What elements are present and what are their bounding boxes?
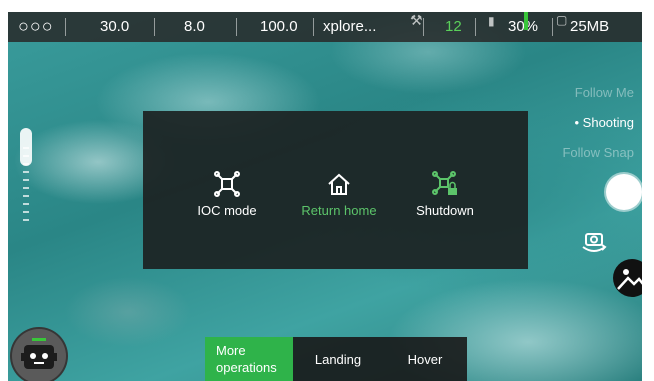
shutdown-button[interactable]: Shutdown [395, 171, 495, 218]
status-value-2: 8.0 [184, 18, 205, 35]
gallery-icon [617, 269, 642, 290]
status-value-3: 100.0 [260, 18, 298, 35]
wrench-icon: ⚒ [410, 12, 423, 28]
robot-avatar[interactable] [10, 327, 68, 381]
return-home-label: Return home [301, 203, 377, 218]
return-home-button[interactable]: Return home [289, 171, 389, 218]
signal-indicator [524, 12, 528, 30]
shutter-button[interactable] [606, 174, 642, 210]
status-value-1: 30.0 [100, 18, 130, 35]
ioc-mode-button[interactable]: IOC mode [177, 171, 277, 218]
satellite-count: 12 [445, 18, 462, 35]
bottom-action-bar: More operations Landing Hover [205, 337, 467, 381]
storage-size: 25MB [570, 18, 610, 35]
ioc-mode-label: IOC mode [197, 203, 257, 218]
mode-follow-me[interactable]: Follow Me [562, 78, 634, 108]
gallery-button[interactable] [613, 259, 642, 297]
sd-card-icon: ▢ [556, 13, 568, 27]
menu-dots-icon[interactable]: ○○○ [18, 16, 54, 37]
home-icon [328, 173, 350, 195]
camera-rotate-icon[interactable] [580, 229, 608, 255]
more-operations-panel: IOC mode Return home Shutdown [143, 111, 528, 269]
battery-icon: ▮ [488, 14, 495, 28]
flight-mode-list: Follow Me • Shooting Follow Snap [562, 78, 634, 168]
zoom-slider-thumb[interactable] [20, 128, 32, 166]
drone-lock-icon [432, 171, 457, 195]
more-operations-button[interactable]: More operations [205, 337, 293, 381]
mode-follow-snap[interactable]: Follow Snap [562, 138, 634, 168]
status-value-wifi-name: xplore... [323, 18, 377, 35]
hover-button[interactable]: Hover [383, 337, 467, 381]
camera-view: ○○○ 30.0 8.0 100.0 xplore... ⚒ 12 ▮ 30% … [8, 12, 642, 381]
shutdown-label: Shutdown [416, 203, 474, 218]
mode-shooting[interactable]: • Shooting [562, 108, 635, 138]
robot-icon [21, 338, 57, 369]
ioc-drone-icon [214, 171, 240, 197]
status-bar: ○○○ 30.0 8.0 100.0 xplore... ⚒ 12 ▮ 30% … [8, 12, 642, 42]
landing-button[interactable]: Landing [293, 337, 383, 381]
